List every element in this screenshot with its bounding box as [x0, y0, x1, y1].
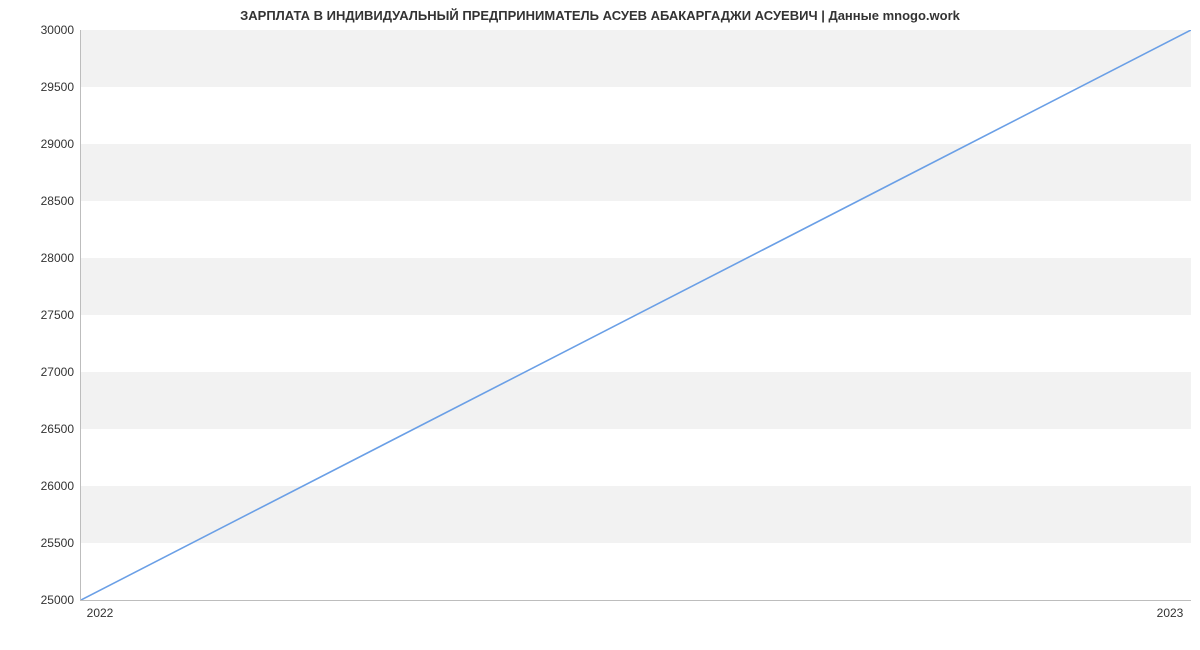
y-tick-label: 29000 — [0, 137, 74, 151]
y-tick-label: 26000 — [0, 479, 74, 493]
plot-area — [80, 30, 1191, 601]
y-tick-label: 30000 — [0, 23, 74, 37]
y-tick-label: 28500 — [0, 194, 74, 208]
y-tick-label: 28000 — [0, 251, 74, 265]
y-tick-label: 25500 — [0, 536, 74, 550]
data-line — [81, 30, 1191, 600]
y-tick-label: 25000 — [0, 593, 74, 607]
x-tick-label: 2022 — [87, 606, 114, 620]
y-tick-label: 27000 — [0, 365, 74, 379]
chart-title: ЗАРПЛАТА В ИНДИВИДУАЛЬНЫЙ ПРЕДПРИНИМАТЕЛ… — [0, 8, 1200, 23]
x-tick-label: 2023 — [1157, 606, 1184, 620]
chart-root: ЗАРПЛАТА В ИНДИВИДУАЛЬНЫЙ ПРЕДПРИНИМАТЕЛ… — [0, 0, 1200, 650]
y-tick-label: 26500 — [0, 422, 74, 436]
y-tick-label: 29500 — [0, 80, 74, 94]
y-tick-label: 27500 — [0, 308, 74, 322]
